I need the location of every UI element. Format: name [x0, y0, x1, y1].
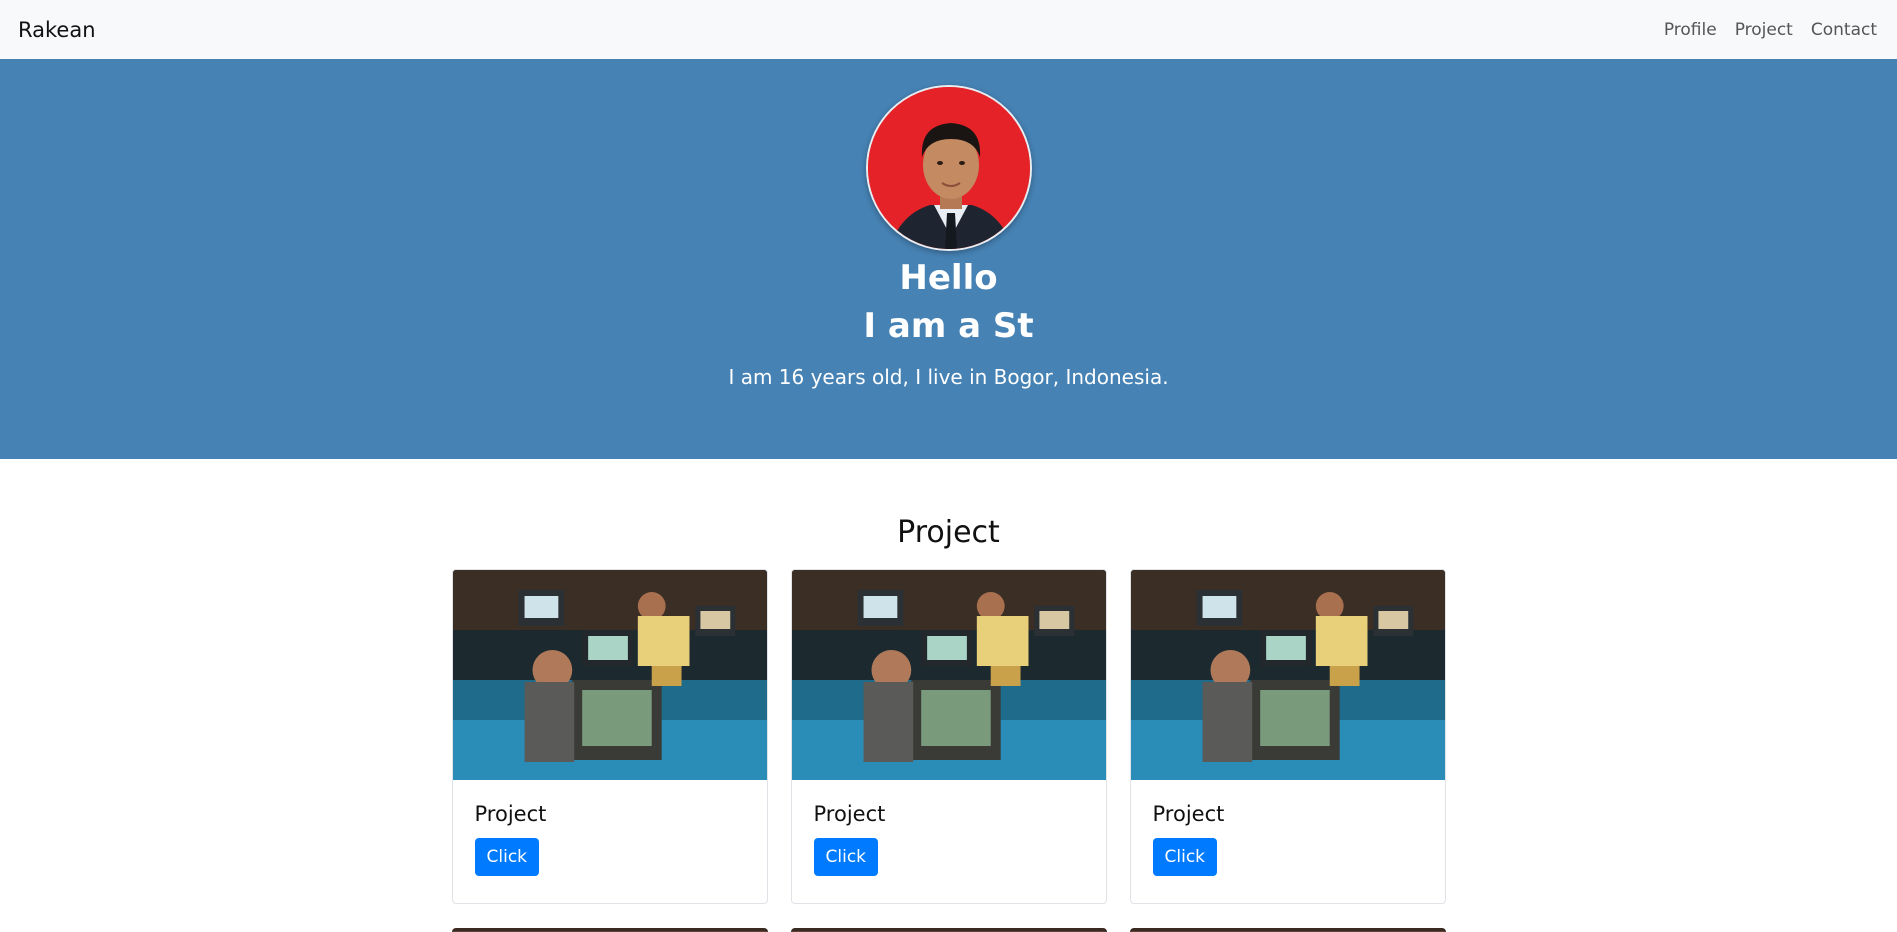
project-card: Project Click [1129, 569, 1446, 904]
brand-link[interactable]: Rakean [18, 18, 96, 42]
click-button[interactable]: Click [813, 838, 879, 876]
hero-subtitle: I am a St [863, 306, 1034, 346]
project-image [1130, 570, 1445, 780]
project-card: Project Click [790, 569, 1107, 904]
nav-link-project[interactable]: Project [1735, 20, 1793, 40]
hero-greeting: Hello [899, 258, 998, 298]
project-card-peek [451, 928, 768, 932]
project-card-peek [790, 928, 1107, 932]
hero-description: I am 16 years old, I live in Bogor, Indo… [728, 365, 1169, 389]
nav-links: Profile Project Contact [1664, 20, 1877, 40]
card-body: Project Click [792, 780, 1106, 898]
project-image [452, 570, 767, 780]
card-title: Project [813, 802, 886, 826]
project-cards: Project Click Project Click Project Clic… [0, 569, 1897, 904]
profile-avatar [865, 85, 1032, 251]
card-body: Project Click [453, 780, 767, 898]
next-row-cards [0, 928, 1897, 932]
profile-photo [867, 87, 1030, 249]
card-title: Project [1152, 802, 1225, 826]
click-button[interactable]: Click [474, 838, 540, 876]
project-card: Project Click [451, 569, 768, 904]
hero-section: Hello I am a St I am 16 years old, I liv… [0, 59, 1897, 459]
nav-link-contact[interactable]: Contact [1811, 20, 1877, 40]
project-image [791, 570, 1106, 780]
card-body: Project Click [1131, 780, 1445, 898]
navbar: Rakean Profile Project Contact [0, 0, 1897, 59]
project-card-peek [1129, 928, 1446, 932]
project-section: Project Project Click Project Click Proj… [0, 459, 1897, 932]
click-button[interactable]: Click [1152, 838, 1218, 876]
card-title: Project [474, 802, 547, 826]
nav-link-profile[interactable]: Profile [1664, 20, 1717, 40]
section-title: Project [897, 515, 1000, 550]
